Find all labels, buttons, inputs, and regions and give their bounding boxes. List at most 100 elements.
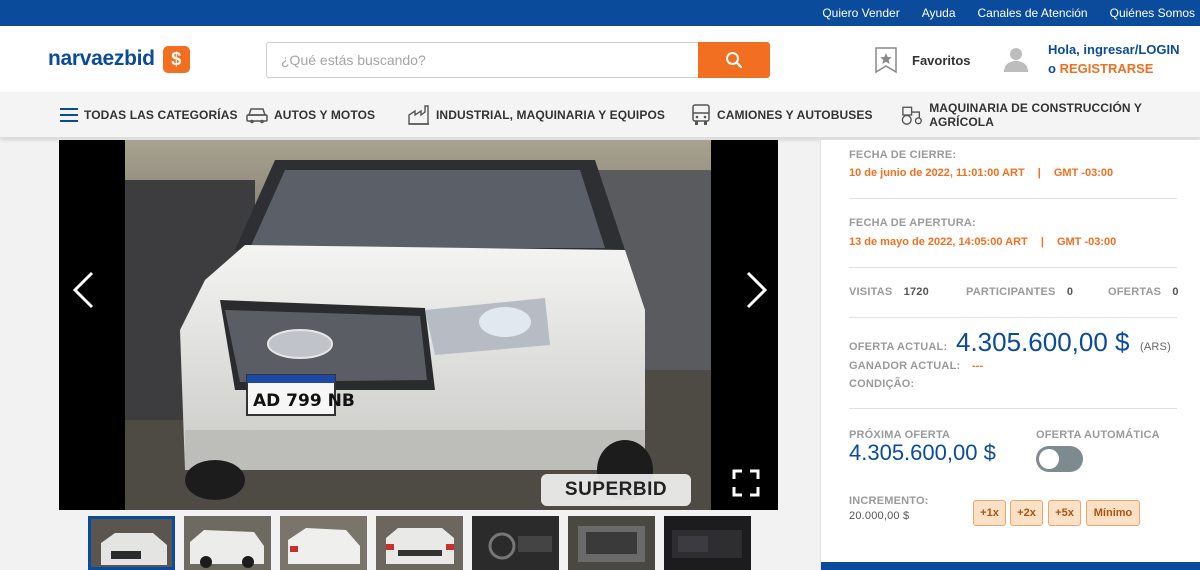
link-ayuda[interactable]: Ayuda (922, 6, 956, 20)
superbid-watermark: SUPERBID (541, 474, 691, 506)
auction-info-panel: FECHA DE CIERRE: 10 de junio de 2022, 11… (820, 140, 1200, 570)
close-date-value: 10 de junio de 2022, 11:01:00 ART | GMT … (849, 167, 1113, 179)
logo-badge: $ (162, 45, 190, 73)
fullscreen-button[interactable] (731, 468, 761, 498)
search-button[interactable] (698, 42, 770, 78)
search-bar (266, 42, 770, 78)
increment-label: INCREMENTO: (849, 495, 929, 507)
fullscreen-icon (732, 469, 760, 497)
offers-stat: OFERTAS 0 (1108, 286, 1179, 298)
link-quiero-vender[interactable]: Quiero Vender (822, 6, 899, 20)
thumbnail-strip (88, 516, 752, 570)
currency-code: (ARS) (1140, 341, 1171, 353)
search-icon (726, 52, 743, 69)
visits-value: 1720 (903, 286, 929, 298)
chevron-right-icon (746, 271, 768, 309)
participants-stat: PARTICIPANTES 0 (966, 286, 1073, 298)
car-icon (246, 108, 268, 124)
or-text: o (1048, 61, 1060, 76)
favorites-label: Favoritos (912, 52, 971, 68)
favorites-star-icon (875, 47, 897, 74)
photo-gallery: AD 799 NB SUPERBID (59, 140, 778, 510)
offers-value: 0 (1172, 286, 1179, 298)
category-nav: TODAS LAS CATEGORÍAS AUTOS Y MOTOS INDUS… (0, 92, 1200, 138)
toggle-knob (1039, 449, 1059, 469)
link-canales-atencion[interactable]: Canales de Atención (978, 6, 1088, 20)
next-offer-amount: 4.305.600,00 $ (849, 440, 996, 465)
top-utility-bar: Quiero Vender Ayuda Canales de Atención … (0, 0, 1200, 26)
chevron-left-icon (72, 271, 94, 309)
divider (849, 198, 1177, 199)
nav-label: TODAS LAS CATEGORÍAS (84, 108, 238, 122)
current-winner-value: --- (972, 360, 983, 372)
top-links: Quiero Vender Ayuda Canales de Atención … (822, 0, 1195, 26)
separator-pipe: | (1040, 236, 1044, 248)
close-timezone: GMT -03:00 (1053, 167, 1114, 179)
offers-label: OFERTAS (1108, 286, 1162, 298)
open-date-value: 13 de mayo de 2022, 14:05:00 ART | GMT -… (849, 236, 1116, 248)
open-date: 13 de mayo de 2022, 14:05:00 ART (849, 236, 1028, 248)
visits-stat: VISITAS 1720 (849, 286, 929, 298)
current-offer-amount: 4.305.600,00 $ (956, 327, 1130, 357)
link-quienes-somos[interactable]: Quiénes Somos (1110, 6, 1195, 20)
vehicle-illustration: AD 799 NB (125, 140, 711, 510)
nav-industrial[interactable]: INDUSTRIAL, MAQUINARIA Y EQUIPOS (408, 92, 665, 138)
increment-2x-button[interactable]: +2x (1010, 500, 1043, 526)
increment-value: 20.000,00 $ (849, 510, 910, 522)
search-input[interactable] (266, 42, 698, 78)
menu-icon (60, 108, 78, 122)
close-date: 10 de junio de 2022, 11:01:00 ART (849, 167, 1025, 179)
login-link[interactable]: LOGIN (1138, 42, 1179, 57)
increment-minimum-button[interactable]: Mínimo (1086, 500, 1140, 526)
next-photo-button[interactable] (737, 260, 777, 320)
prev-photo-button[interactable] (63, 260, 103, 320)
auto-offer-label: OFERTA AUTOMÁTICA (1036, 429, 1160, 441)
open-date-label: FECHA DE APERTURA: (849, 217, 976, 229)
auto-offer-toggle[interactable] (1036, 446, 1083, 472)
panel-bottom-bar (821, 562, 1200, 570)
thumbnail[interactable] (280, 516, 367, 570)
divider (849, 317, 1177, 318)
nav-label: CAMIONES Y AUTOBUSES (717, 108, 873, 122)
participants-value: 0 (1066, 286, 1074, 298)
divider (849, 408, 1177, 409)
close-date-label: FECHA DE CIERRE: (849, 149, 957, 161)
site-header: narvaezbid $ Favoritos Hola, ingresar/LO… (0, 26, 1200, 92)
greeting-text: Hola, ingresar/ (1048, 42, 1139, 57)
bus-icon (692, 104, 710, 125)
increment-1x-button[interactable]: +1x (973, 500, 1006, 526)
nav-construccion-agricola[interactable]: MAQUINARIA DE CONSTRUCCIÓN Y AGRÍCOLA (900, 92, 1200, 138)
thumbnail[interactable] (664, 516, 751, 570)
thumbnail[interactable] (376, 516, 463, 570)
thumbnail[interactable] (184, 516, 271, 570)
thumbnail[interactable] (88, 516, 175, 570)
factory-icon (408, 105, 429, 125)
nav-label: INDUSTRIAL, MAQUINARIA Y EQUIPOS (436, 108, 665, 122)
user-account: Hola, ingresar/LOGIN o REGISTRARSE (1002, 40, 1179, 78)
nav-label: AUTOS Y MOTOS (274, 108, 376, 122)
nav-all-categories[interactable]: TODAS LAS CATEGORÍAS (60, 92, 238, 138)
favorites-link[interactable]: Favoritos (874, 46, 971, 74)
nav-autos-motos[interactable]: AUTOS Y MOTOS (246, 92, 375, 138)
thumbnail[interactable] (568, 516, 655, 570)
user-avatar-icon[interactable] (1002, 45, 1030, 73)
logo-text: narvaezbid (48, 47, 155, 70)
increment-5x-button[interactable]: +5x (1048, 500, 1081, 526)
separator-pipe: | (1037, 167, 1041, 179)
current-offer-label: OFERTA ACTUAL: (849, 341, 948, 353)
svg-text:AD 799 NB: AD 799 NB (253, 391, 355, 411)
tractor-icon (901, 106, 922, 125)
divider (849, 267, 1177, 268)
current-winner-label: GANADOR ACTUAL: (849, 360, 961, 372)
open-timezone: GMT -03:00 (1056, 236, 1117, 248)
condition-label: CONDIÇÃO: (849, 378, 915, 390)
nav-camiones[interactable]: CAMIONES Y AUTOBUSES (691, 92, 873, 138)
main-vehicle-photo[interactable]: AD 799 NB (125, 140, 711, 510)
logo[interactable]: narvaezbid $ (48, 45, 190, 73)
login-register: Hola, ingresar/LOGIN o REGISTRARSE (1048, 40, 1179, 78)
nav-label: MAQUINARIA DE CONSTRUCCIÓN Y AGRÍCOLA (929, 101, 1142, 129)
participants-label: PARTICIPANTES (966, 286, 1056, 298)
visits-label: VISITAS (849, 286, 893, 298)
register-link[interactable]: REGISTRARSE (1060, 61, 1154, 76)
thumbnail[interactable] (472, 516, 559, 570)
